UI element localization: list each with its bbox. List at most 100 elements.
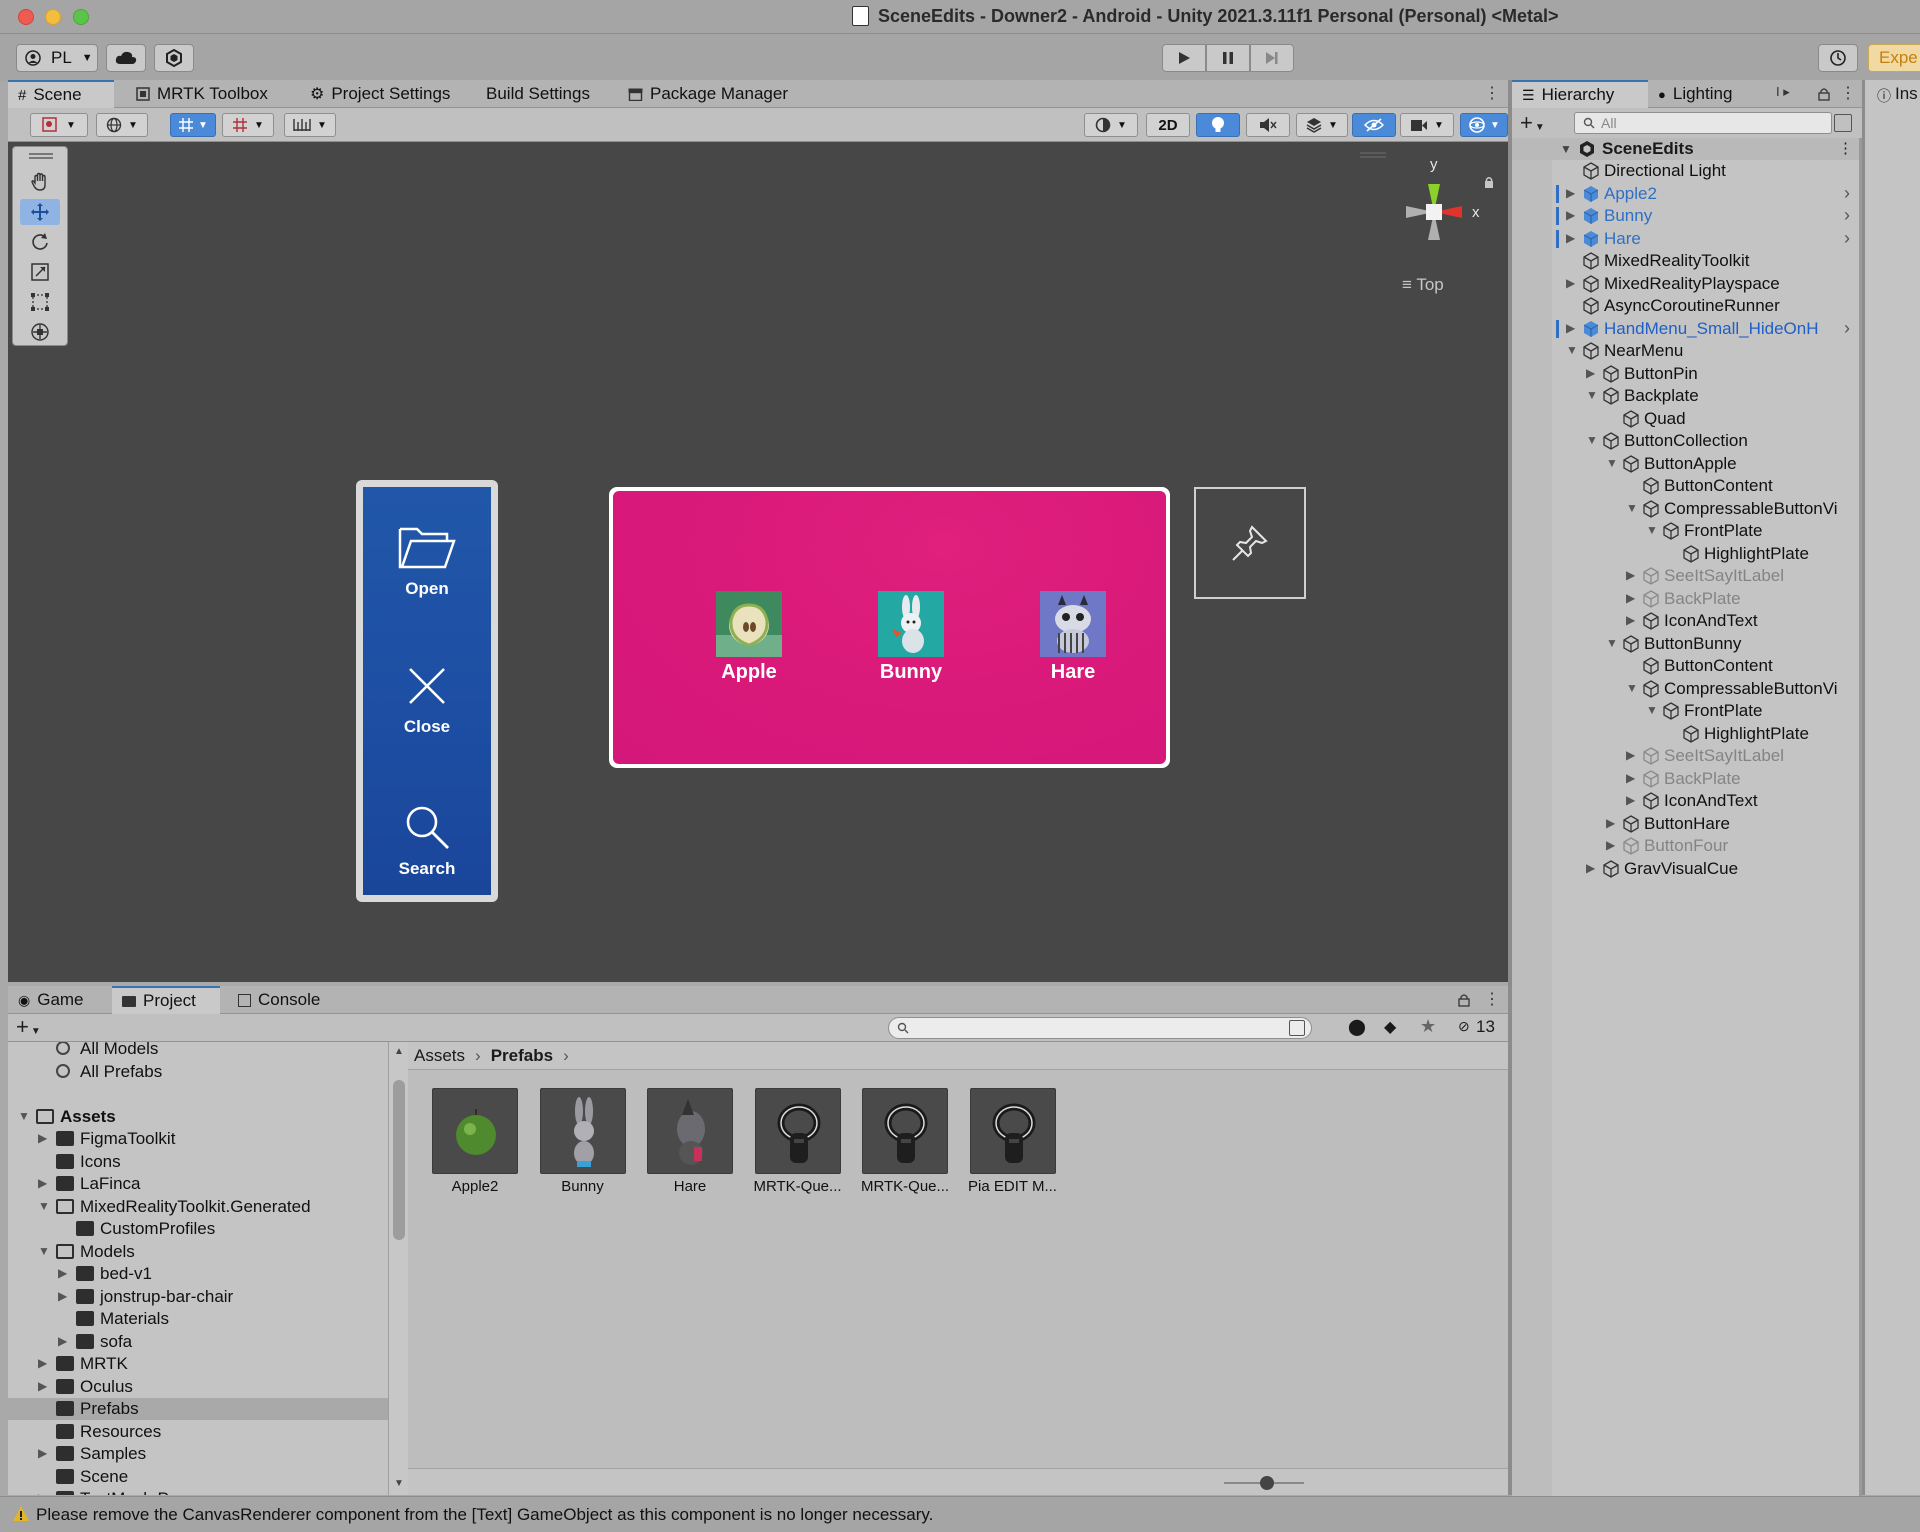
pause-button[interactable] xyxy=(1206,44,1250,72)
collapsed-arrow-icon[interactable]: ▶ xyxy=(38,1131,47,1145)
rotate-tool[interactable] xyxy=(20,229,60,255)
collapsed-arrow-icon[interactable]: ▶ xyxy=(58,1334,67,1348)
tab-hierarchy[interactable]: ☰ Hierarchy xyxy=(1512,80,1648,108)
collapsed-arrow-icon[interactable]: ▶ xyxy=(38,1379,47,1393)
hierarchy-item[interactable]: AsyncCoroutineRunner xyxy=(1512,295,1862,317)
expanded-arrow-icon[interactable]: ▼ xyxy=(1606,456,1618,470)
expanded-arrow-icon[interactable]: ▼ xyxy=(1606,636,1618,650)
expanded-arrow-icon[interactable]: ▼ xyxy=(1626,681,1638,695)
folder-tree-item[interactable]: Icons xyxy=(8,1151,388,1173)
global-local-dropdown[interactable]: ▼ xyxy=(96,113,148,137)
collapsed-arrow-icon[interactable]: ▶ xyxy=(1566,208,1575,222)
tab-scene[interactable]: # Scene xyxy=(8,80,114,108)
tab-mrtk-toolbox[interactable]: MRTK Toolbox xyxy=(126,80,278,108)
project-search-input[interactable] xyxy=(888,1017,1312,1039)
expanded-arrow-icon[interactable]: ▼ xyxy=(1646,523,1658,537)
collapsed-arrow-icon[interactable]: ▶ xyxy=(1626,568,1635,582)
collapsed-arrow-icon[interactable]: ▶ xyxy=(1566,231,1575,245)
collapsed-arrow-icon[interactable]: ▶ xyxy=(1586,861,1595,875)
open-prefab-chevron-icon[interactable]: › xyxy=(1844,228,1850,249)
tab-lighting[interactable]: ● Lighting xyxy=(1648,80,1742,108)
tab-build-settings[interactable]: Build Settings xyxy=(476,80,600,108)
scene-orientation-gizmo[interactable]: y x xyxy=(1388,154,1498,294)
window-maximize-button[interactable] xyxy=(73,9,89,25)
expanded-arrow-icon[interactable]: ▼ xyxy=(1566,343,1578,357)
collapsed-arrow-icon[interactable]: ▶ xyxy=(38,1446,47,1460)
collapsed-arrow-icon[interactable]: ▶ xyxy=(1626,591,1635,605)
lock-icon[interactable] xyxy=(1458,993,1470,1007)
hierarchy-item[interactable]: ▶ Bunny › xyxy=(1512,205,1862,227)
audio-toggle[interactable] xyxy=(1246,113,1290,137)
increment-snap-dropdown[interactable]: ▼ xyxy=(222,113,274,137)
hierarchy-item[interactable]: ButtonContent xyxy=(1512,475,1862,497)
folder-tree-item[interactable]: ▶ FigmaToolkit xyxy=(8,1128,388,1150)
collapsed-arrow-icon[interactable]: ▶ xyxy=(1626,613,1635,627)
folder-tree-item[interactable]: ▶ sofa xyxy=(8,1331,388,1353)
hierarchy-item[interactable]: ▶ Apple2 › xyxy=(1512,183,1862,205)
expanded-arrow-icon[interactable]: ▼ xyxy=(18,1109,30,1123)
hand-menu-open-button[interactable]: Open xyxy=(363,521,491,641)
hierarchy-item[interactable]: ▶ ButtonHare xyxy=(1512,813,1862,835)
near-menu-apple-button[interactable]: Apple xyxy=(694,591,804,691)
more-options-icon[interactable]: ⋮ xyxy=(1840,83,1856,103)
hand-menu-search-button[interactable]: Search xyxy=(363,803,491,923)
hierarchy-item[interactable]: ▼ ButtonCollection xyxy=(1512,430,1862,452)
collapsed-arrow-icon[interactable]: ▶ xyxy=(58,1289,67,1303)
status-bar[interactable]: Please remove the CanvasRenderer compone… xyxy=(0,1496,1920,1532)
hierarchy-item[interactable]: ▶ SeeItSayItLabel xyxy=(1512,565,1862,587)
hierarchy-item[interactable]: ▶ IconAndText xyxy=(1512,790,1862,812)
expanded-arrow-icon[interactable]: ▼ xyxy=(1626,501,1638,515)
tab-game[interactable]: ◉ Game xyxy=(8,986,94,1014)
hidden-packages-icon[interactable]: ⊘ xyxy=(1458,1018,1470,1035)
hierarchy-item[interactable]: ▶ MixedRealityPlayspace xyxy=(1512,273,1862,295)
tab-project[interactable]: Project xyxy=(112,986,220,1014)
hierarchy-item[interactable]: HighlightPlate xyxy=(1512,723,1862,745)
scale-tool[interactable] xyxy=(20,259,60,285)
gizmos-dropdown[interactable]: ▼ xyxy=(1460,113,1508,137)
expanded-arrow-icon[interactable]: ▼ xyxy=(38,1244,50,1258)
folder-tree-item[interactable]: ▶ MRTK xyxy=(8,1353,388,1375)
window-minimize-button[interactable] xyxy=(45,9,61,25)
collapsed-arrow-icon[interactable]: ▶ xyxy=(1606,838,1615,852)
hand-menu-close-button[interactable]: Close xyxy=(363,663,491,783)
near-menu-pin-button[interactable] xyxy=(1194,487,1306,599)
overlay-handle[interactable] xyxy=(1360,152,1386,158)
folder-tree-item[interactable]: Scene xyxy=(8,1466,388,1488)
hierarchy-item[interactable]: ▼ CompressableButtonVi xyxy=(1512,498,1862,520)
toggle-2d-button[interactable]: 2D xyxy=(1146,113,1190,137)
hierarchy-item[interactable]: ▶ Hare › xyxy=(1512,228,1862,250)
step-button[interactable] xyxy=(1250,44,1294,72)
hierarchy-item[interactable]: ▶ BackPlate xyxy=(1512,768,1862,790)
hierarchy-item[interactable]: MixedRealityToolkit xyxy=(1512,250,1862,272)
collapsed-arrow-icon[interactable]: ▶ xyxy=(1626,771,1635,785)
hierarchy-item[interactable]: ▼ FrontPlate xyxy=(1512,700,1862,722)
open-prefab-chevron-icon[interactable]: › xyxy=(1844,183,1850,204)
move-tool[interactable] xyxy=(20,199,60,225)
collapsed-arrow-icon[interactable]: ▶ xyxy=(38,1491,47,1495)
collapsed-arrow-icon[interactable]: ▶ xyxy=(1606,816,1615,830)
shading-dropdown[interactable]: ▼ xyxy=(1084,113,1138,137)
folder-tree-item[interactable]: ▶ Samples xyxy=(8,1443,388,1465)
rect-tool[interactable] xyxy=(20,289,60,315)
scroll-up-arrow-icon[interactable]: ▲ xyxy=(394,1046,404,1057)
near-menu-hare-button[interactable]: Hare xyxy=(1018,591,1128,691)
tab-project-settings[interactable]: ⚙ Project Settings xyxy=(300,80,460,108)
folder-tree-item[interactable]: ▼ MixedRealityToolkit.Generated xyxy=(8,1196,388,1218)
hierarchy-item[interactable]: ▶ SeeItSayItLabel xyxy=(1512,745,1862,767)
breadcrumb-prefabs[interactable]: Prefabs xyxy=(491,1046,553,1066)
asset-tile[interactable]: Bunny xyxy=(538,1088,628,1208)
tab-overflow-icon[interactable]: I ▸ xyxy=(1776,84,1790,100)
open-prefab-chevron-icon[interactable]: › xyxy=(1844,318,1850,339)
camera-dropdown[interactable]: ▼ xyxy=(1400,113,1454,137)
folder-tree-item[interactable]: Prefabs xyxy=(8,1398,388,1420)
filter-by-type-icon[interactable]: ⬤ xyxy=(1348,1017,1366,1037)
collapsed-arrow-icon[interactable]: ▶ xyxy=(1566,186,1575,200)
folder-tree-item[interactable]: ▶ TextMesh Pro xyxy=(8,1488,388,1495)
hand-tool[interactable] xyxy=(20,169,60,195)
search-options-button[interactable] xyxy=(1834,114,1852,132)
tab-console[interactable]: Console xyxy=(228,986,330,1014)
hierarchy-item[interactable]: ButtonContent xyxy=(1512,655,1862,677)
scene-viewport[interactable]: y x ≡ Top Open Close Search Apple Bunny … xyxy=(8,142,1508,982)
hierarchy-item[interactable]: ▼ ButtonApple xyxy=(1512,453,1862,475)
hierarchy-item[interactable]: ▼ FrontPlate xyxy=(1512,520,1862,542)
